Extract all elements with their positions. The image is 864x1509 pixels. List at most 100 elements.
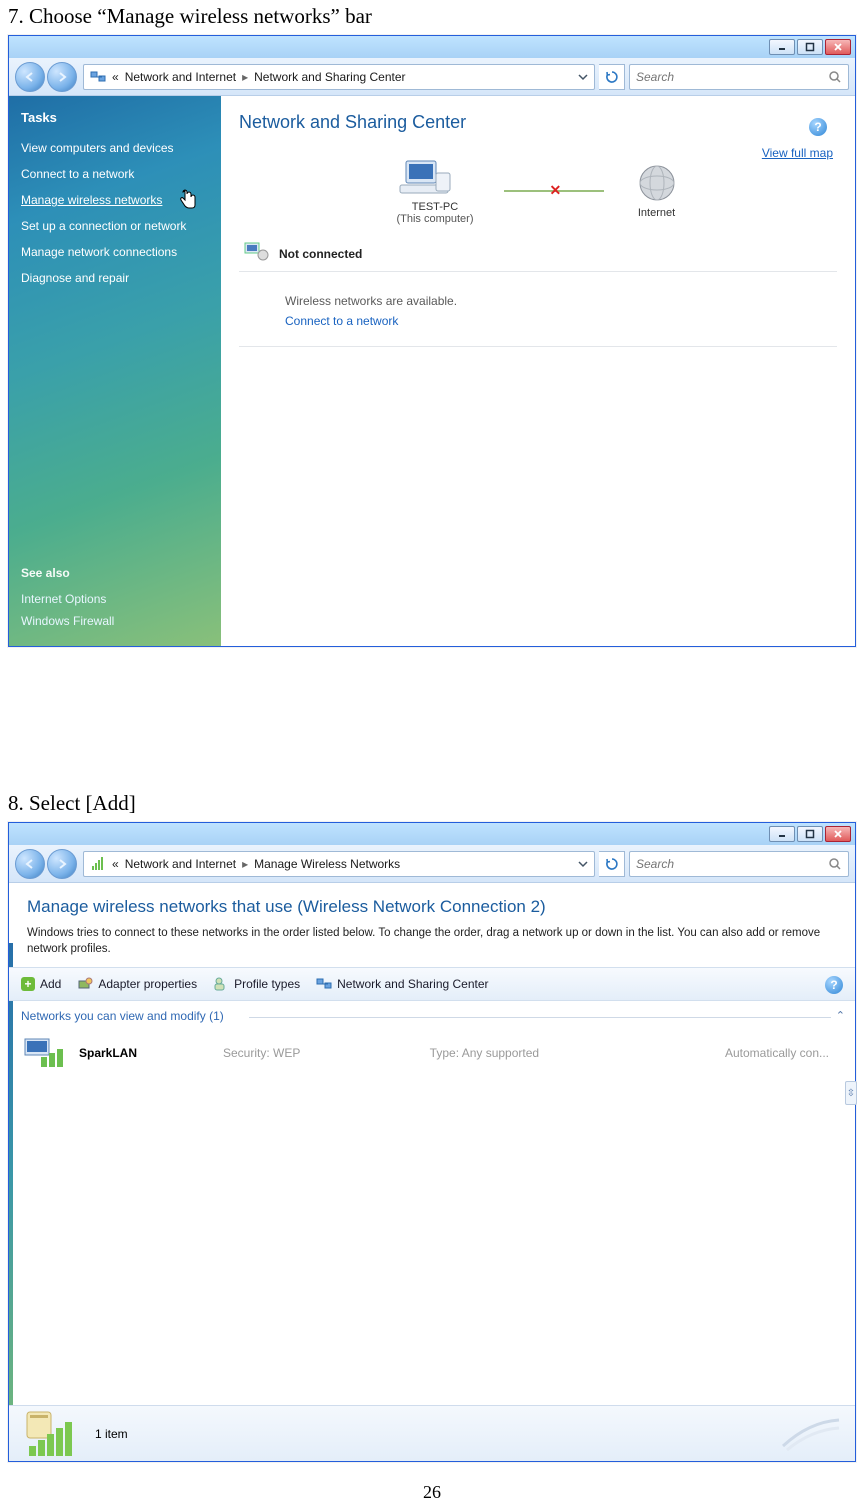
network-auto: Automatically con... xyxy=(636,1046,841,1060)
network-row-sparklan[interactable]: SparkLAN Security: WEP Type: Any support… xyxy=(19,1029,845,1077)
network-security: Security: WEP xyxy=(223,1046,416,1060)
doc-step8-caption: 8. Select [Add] xyxy=(0,787,864,822)
wireless-available-text: Wireless networks are available. xyxy=(285,294,837,308)
tasks-heading: Tasks xyxy=(21,110,209,125)
search-box[interactable] xyxy=(629,64,849,90)
help-icon[interactable]: ? xyxy=(825,976,843,994)
maximize-button[interactable] xyxy=(797,826,823,842)
search-icon xyxy=(828,70,842,84)
close-button[interactable] xyxy=(825,39,851,55)
network-type: Type: Any supported xyxy=(430,1046,623,1060)
chevrons-icon: « xyxy=(112,857,119,871)
task-setup-connection[interactable]: Set up a connection or network xyxy=(21,213,209,239)
view-full-map-link[interactable]: View full map xyxy=(762,146,833,160)
breadcrumb-seg2[interactable]: Network and Sharing Center xyxy=(254,70,405,84)
minimize-button[interactable] xyxy=(769,39,795,55)
breadcrumb-dropdown-button[interactable] xyxy=(576,857,590,871)
refresh-button[interactable] xyxy=(599,851,625,877)
task-connect-network[interactable]: Connect to a network xyxy=(21,161,209,187)
profile-types-button[interactable]: Profile types xyxy=(213,976,300,992)
maximize-button[interactable] xyxy=(797,39,823,55)
page-description: Windows tries to connect to these networ… xyxy=(27,925,837,957)
breadcrumb[interactable]: « Network and Internet ▸ Network and Sha… xyxy=(83,64,595,90)
doc-page-number: 26 xyxy=(0,1462,864,1503)
group-header-rule xyxy=(249,1017,831,1018)
help-icon[interactable]: ? xyxy=(809,118,827,136)
map-node-internet: Internet xyxy=(634,163,680,219)
status-not-connected: Not connected xyxy=(239,235,837,272)
page-title: Manage wireless networks that use (Wirel… xyxy=(27,897,837,917)
network-sharing-center-button[interactable]: Network and Sharing Center xyxy=(316,976,488,992)
task-manage-wireless[interactable]: Manage wireless networks xyxy=(21,187,209,213)
map-node-this-pc: TEST-PC (This computer) xyxy=(396,157,473,225)
connection-line: ✕ xyxy=(504,190,604,192)
task-view-computers[interactable]: View computers and devices xyxy=(21,135,209,161)
main-content: ? Network and Sharing Center View full m… xyxy=(221,96,855,646)
nav-forward-button[interactable] xyxy=(47,849,77,879)
close-button[interactable] xyxy=(825,826,851,842)
collapse-caret-icon[interactable]: ⌃ xyxy=(836,1009,845,1022)
nav-back-button[interactable] xyxy=(15,849,45,879)
adapter-icon xyxy=(77,976,93,992)
not-connected-label: Not connected xyxy=(279,247,362,261)
status-signal-icon xyxy=(23,1410,81,1458)
breadcrumb-seg2[interactable]: Manage Wireless Networks xyxy=(254,857,400,871)
toolbar: + Add Adapter properties Profile types xyxy=(9,967,855,1001)
nsc-icon xyxy=(316,976,332,992)
nav-forward-button[interactable] xyxy=(47,62,77,92)
window-titlebar xyxy=(9,36,855,58)
search-box[interactable] xyxy=(629,851,849,877)
page-title: Network and Sharing Center xyxy=(239,112,837,133)
network-center-icon xyxy=(90,69,106,85)
group-header: Networks you can view and modify (1) ⌃ xyxy=(9,1001,855,1025)
breadcrumb-seg1[interactable]: Network and Internet xyxy=(125,70,236,84)
add-button-label: Add xyxy=(40,977,61,991)
network-sharing-center-window: « Network and Internet ▸ Network and Sha… xyxy=(8,35,856,647)
see-also-internet-options[interactable]: Internet Options xyxy=(21,588,209,610)
computer-icon xyxy=(396,157,473,201)
tasks-sidebar: Tasks View computers and devices Connect… xyxy=(9,96,221,646)
doc-step7-caption: 7. Choose “Manage wireless networks” bar xyxy=(0,0,864,35)
refresh-button[interactable] xyxy=(599,64,625,90)
nav-back-button[interactable] xyxy=(15,62,45,92)
plus-icon: + xyxy=(21,977,35,991)
window-titlebar xyxy=(9,823,855,845)
search-input[interactable] xyxy=(636,70,828,84)
breadcrumb[interactable]: « Network and Internet ▸ Manage Wireless… xyxy=(83,851,595,877)
adapter-properties-button[interactable]: Adapter properties xyxy=(77,976,197,992)
wireless-available-block: Wireless networks are available. Connect… xyxy=(239,272,837,347)
profile-types-label: Profile types xyxy=(234,977,300,991)
nsc-button-label: Network and Sharing Center xyxy=(337,977,488,991)
see-also-windows-firewall[interactable]: Windows Firewall xyxy=(21,610,209,632)
pc-small-icon xyxy=(243,241,269,263)
address-bar: « Network and Internet ▸ Network and Sha… xyxy=(9,58,855,96)
status-swoosh-icon xyxy=(781,1416,841,1452)
network-icon xyxy=(23,1035,65,1071)
task-manage-connections[interactable]: Manage network connections xyxy=(21,239,209,265)
breadcrumb-dropdown-button[interactable] xyxy=(576,70,590,84)
move-handle[interactable]: ⇳ xyxy=(845,1081,857,1105)
network-list: ⇳ SparkLAN Security: WEP Type: Any suppo… xyxy=(9,1025,855,1081)
manage-wireless-window: « Network and Internet ▸ Manage Wireless… xyxy=(8,822,856,1462)
task-diagnose-repair[interactable]: Diagnose and repair xyxy=(21,265,209,291)
globe-icon xyxy=(634,163,680,207)
node-internet-label: Internet xyxy=(634,207,680,219)
minimize-button[interactable] xyxy=(769,826,795,842)
status-item-count: 1 item xyxy=(95,1427,128,1441)
network-name: SparkLAN xyxy=(79,1046,209,1060)
address-bar: « Network and Internet ▸ Manage Wireless… xyxy=(9,845,855,883)
search-input[interactable] xyxy=(636,857,828,871)
task-manage-wireless-label: Manage wireless networks xyxy=(21,193,162,207)
add-button[interactable]: + Add xyxy=(21,977,61,991)
node-this-pc-sub: (This computer) xyxy=(396,213,473,225)
network-map: TEST-PC (This computer) ✕ Internet xyxy=(239,157,837,225)
breadcrumb-seg1[interactable]: Network and Internet xyxy=(125,857,236,871)
search-icon xyxy=(828,857,842,871)
connection-broken-icon: ✕ xyxy=(550,182,562,199)
chevron-right-icon: ▸ xyxy=(242,70,248,84)
chevron-right-icon: ▸ xyxy=(242,857,248,871)
connect-to-network-link[interactable]: Connect to a network xyxy=(285,314,398,328)
cursor-hand-icon xyxy=(179,189,199,211)
adapter-properties-label: Adapter properties xyxy=(98,977,197,991)
node-this-pc-label: TEST-PC xyxy=(396,201,473,213)
